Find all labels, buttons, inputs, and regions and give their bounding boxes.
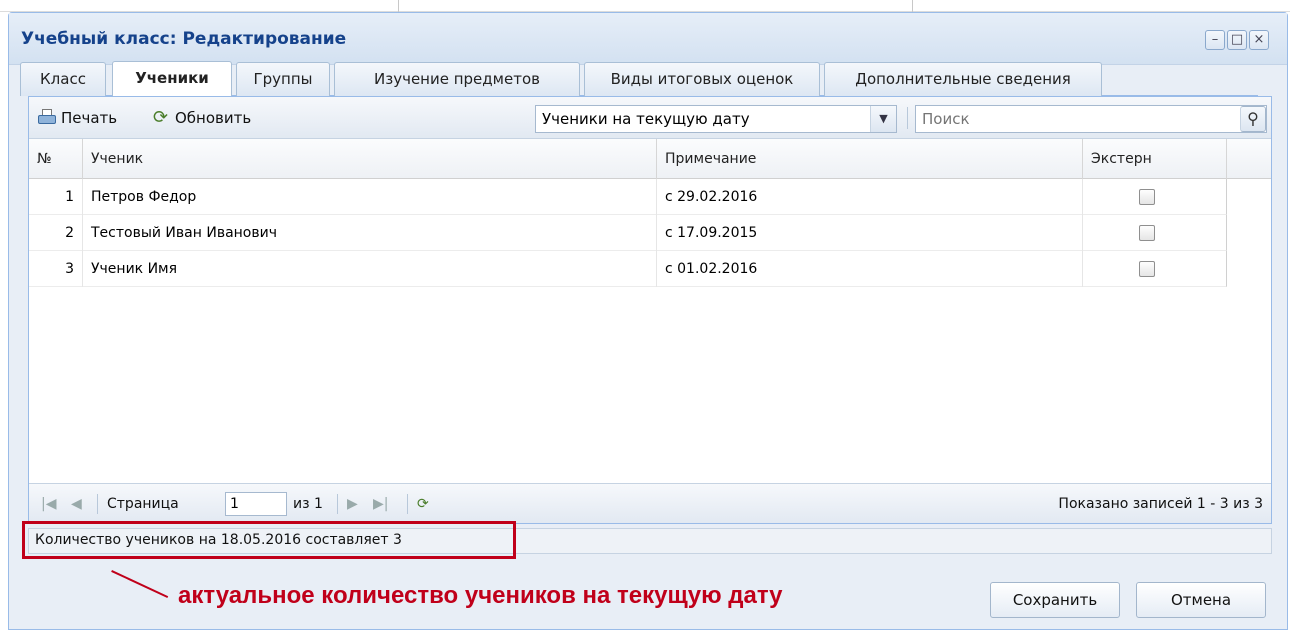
search-icon[interactable]: ⚲ — [1240, 106, 1266, 132]
printer-icon — [37, 109, 57, 127]
tab-grade-types[interactable]: Виды итоговых оценок — [584, 62, 820, 96]
refresh-label: Обновить — [175, 109, 252, 127]
next-page-icon[interactable]: ▶ — [347, 494, 358, 514]
last-page-icon[interactable]: ▶| — [373, 494, 388, 514]
maximize-icon[interactable]: □ — [1227, 30, 1247, 50]
column-header-note[interactable]: Примечание — [657, 139, 1083, 179]
extern-checkbox[interactable] — [1139, 225, 1155, 241]
student-note: с 29.02.2016 — [657, 179, 1083, 215]
pager-separator — [97, 494, 98, 514]
page-count: из 1 — [293, 496, 323, 512]
table-row[interactable]: 1 Петров Федор с 29.02.2016 — [29, 179, 1227, 215]
save-button[interactable]: Сохранить — [990, 582, 1120, 618]
refresh-button[interactable]: ⟳ Обновить — [153, 107, 251, 129]
tab-subjects[interactable]: Изучение предметов — [334, 62, 580, 96]
search-box[interactable]: ⚲ — [915, 105, 1267, 133]
filter-value: Ученики на текущую дату — [542, 110, 750, 128]
first-page-icon[interactable]: |◀ — [41, 494, 56, 514]
toolbar: Печать ⟳ Обновить Ученики на текущую дат… — [29, 97, 1271, 139]
extern-checkbox[interactable] — [1139, 261, 1155, 277]
refresh-icon: ⟳ — [153, 107, 169, 128]
student-name: Тестовый Иван Иванович — [83, 215, 657, 251]
close-icon[interactable]: × — [1249, 30, 1269, 50]
tab-additional-info[interactable]: Дополнительные сведения — [824, 62, 1102, 96]
students-filter-select[interactable]: Ученики на текущую дату ▼ — [535, 105, 897, 133]
minimize-icon[interactable]: – — [1205, 30, 1225, 50]
prev-page-icon[interactable]: ◀ — [71, 494, 82, 514]
student-note: с 17.09.2015 — [657, 215, 1083, 251]
students-panel: Печать ⟳ Обновить Ученики на текущую дат… — [28, 96, 1272, 524]
window-title: Учебный класс: Редактирование — [21, 29, 347, 49]
row-number: 1 — [29, 179, 83, 215]
grid-header: № Ученик Примечание Экстерн — [29, 139, 1271, 179]
column-header-student[interactable]: Ученик — [83, 139, 657, 179]
search-input[interactable] — [922, 109, 1222, 129]
column-header-number[interactable]: № — [29, 139, 83, 179]
extern-checkbox[interactable] — [1139, 189, 1155, 205]
column-header-extern[interactable]: Экстерн — [1083, 139, 1227, 179]
student-name: Петров Федор — [83, 179, 657, 215]
tab-groups[interactable]: Группы — [236, 62, 330, 96]
print-button[interactable]: Печать — [37, 107, 117, 129]
grid-body: 1 Петров Федор с 29.02.2016 2 Тестовый И… — [29, 179, 1227, 287]
page-number-input[interactable] — [225, 492, 287, 516]
page-label: Страница — [107, 496, 179, 512]
background-strip — [0, 0, 1290, 12]
records-info: Показано записей 1 - 3 из 3 — [1058, 496, 1263, 512]
pager-separator — [337, 494, 338, 514]
student-note: с 01.02.2016 — [657, 251, 1083, 287]
print-label: Печать — [61, 109, 118, 127]
row-number: 3 — [29, 251, 83, 287]
cancel-button[interactable]: Отмена — [1136, 582, 1266, 618]
toolbar-separator — [907, 107, 908, 129]
chevron-down-icon[interactable]: ▼ — [870, 106, 896, 132]
annotation-text: актуальное количество учеников на текущу… — [178, 582, 783, 609]
table-row[interactable]: 3 Ученик Имя с 01.02.2016 — [29, 251, 1227, 287]
pager-separator — [407, 494, 408, 514]
divider — [398, 0, 399, 12]
tab-bar: Класс Ученики Группы Изучение предметов … — [20, 60, 1258, 96]
table-row[interactable]: 2 Тестовый Иван Иванович с 17.09.2015 — [29, 215, 1227, 251]
tab-students[interactable]: Ученики — [112, 61, 232, 96]
divider — [912, 0, 913, 12]
tab-class[interactable]: Класс — [20, 62, 106, 96]
highlight-frame — [22, 521, 516, 559]
refresh-icon[interactable]: ⟳ — [417, 494, 429, 514]
student-name: Ученик Имя — [83, 251, 657, 287]
paging-toolbar: |◀ ◀ Страница из 1 ▶ ▶| ⟳ Показано запис… — [29, 483, 1271, 523]
row-number: 2 — [29, 215, 83, 251]
window-titlebar[interactable]: Учебный класс: Редактирование – □ × — [9, 13, 1287, 65]
